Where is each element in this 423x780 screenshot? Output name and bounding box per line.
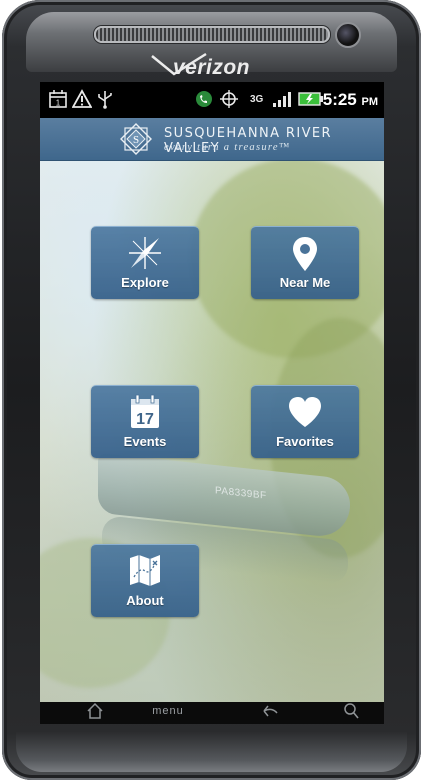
search-icon (344, 703, 359, 719)
hardware-nav-bar: menu (40, 702, 384, 724)
favorites-button[interactable]: Favorites (251, 385, 359, 458)
status-bar: 1 3G 5:25 PM (40, 82, 384, 118)
usb-icon (96, 88, 114, 110)
home-icon (87, 702, 103, 719)
logo-letter: S (133, 134, 139, 146)
3g-data-icon: 3G (250, 88, 263, 110)
home-button[interactable] (80, 696, 110, 724)
explore-button[interactable]: Explore (91, 226, 199, 299)
calendar-icon: 17 (91, 394, 199, 430)
front-camera (335, 22, 361, 48)
network-type: 3G (250, 93, 264, 105)
phone-bottom-bezel (16, 732, 407, 772)
app-screen: PA8339BF S SUSQUEHANNA RIVER VALLEY ever… (40, 118, 384, 702)
clock-time: 5:25 (322, 90, 357, 109)
events-label: Events (123, 434, 167, 449)
events-button[interactable]: 17 Events (91, 385, 199, 458)
near-me-label: Near Me (279, 275, 331, 290)
status-clock: 5:25 PM (323, 90, 378, 110)
app-header: S SUSQUEHANNA RIVER VALLEY every turn a … (40, 118, 384, 161)
phone-frame: verizon 1 3G 5:25 PM PA8339BF S SUSQUEHA… (2, 0, 421, 780)
warning-icon (72, 88, 92, 110)
app-tagline: every turn a treasure™ (164, 142, 291, 153)
near-me-button[interactable]: Near Me (251, 226, 359, 299)
search-button[interactable] (336, 696, 366, 724)
phone-signal-icon (194, 88, 214, 110)
compass-icon (91, 235, 199, 271)
carrier-logo: verizon (172, 56, 251, 79)
favorites-label: Favorites (276, 434, 334, 449)
earpiece-speaker (94, 26, 330, 43)
menu-button[interactable]: menu (144, 696, 192, 724)
about-label: About (126, 593, 164, 608)
screen: 1 3G 5:25 PM PA8339BF S SUSQUEHANNA RIVE… (40, 82, 384, 724)
back-arrow-icon (263, 705, 278, 717)
battery-charging-icon (298, 88, 324, 110)
heart-icon (251, 394, 359, 430)
calendar-icon: 1 (48, 88, 68, 110)
signal-bars-icon (272, 88, 294, 110)
svg-text:1: 1 (56, 99, 61, 108)
calendar-day: 17 (136, 411, 154, 428)
explore-label: Explore (121, 275, 169, 290)
map-pin-icon (251, 235, 359, 271)
clock-ampm: PM (361, 96, 379, 108)
back-button[interactable] (254, 696, 284, 724)
diamond-logo-icon: S (120, 123, 152, 155)
about-button[interactable]: About (91, 544, 199, 617)
gps-icon (218, 88, 240, 110)
folded-map-icon (91, 553, 199, 589)
